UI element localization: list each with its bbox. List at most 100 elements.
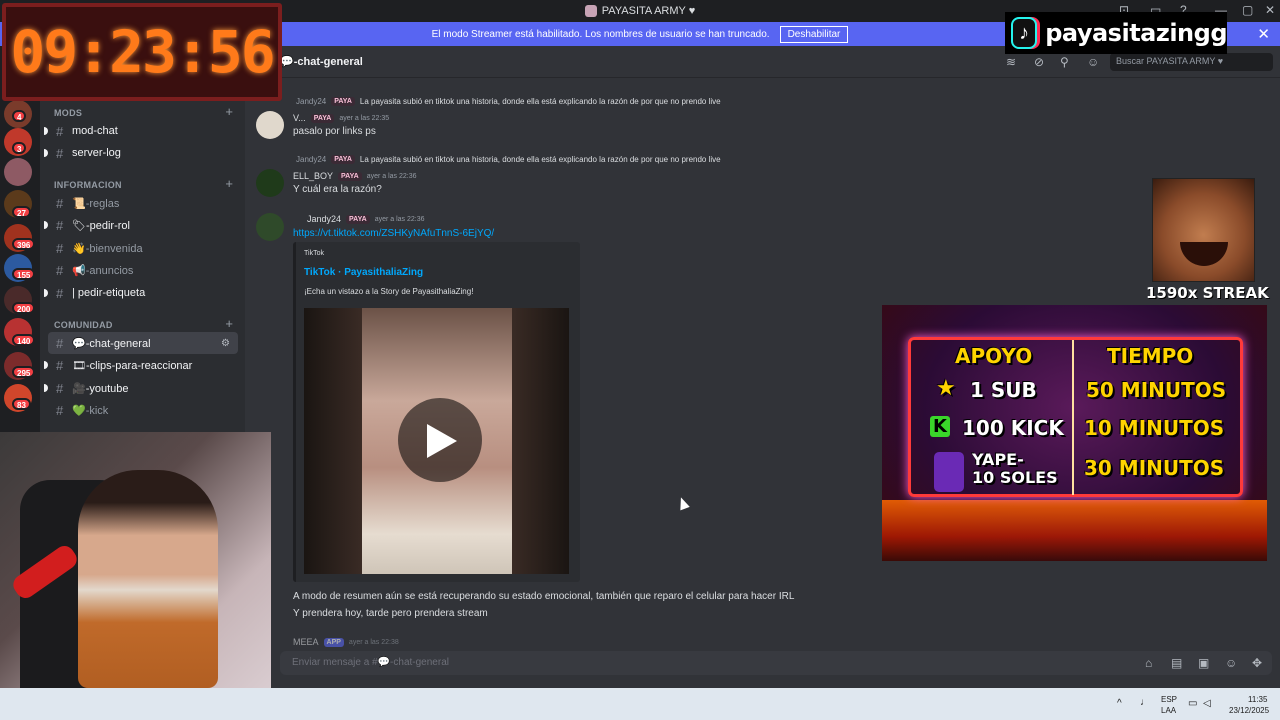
emoji-icon[interactable]: ☺ (1225, 656, 1237, 670)
volume-icon[interactable]: ◁ (1203, 698, 1211, 709)
reply-reference[interactable]: Jandy24 PAYA La payasita subió en tiktok… (296, 155, 721, 164)
donation-row3-left-2: 10 SOLES (972, 468, 1058, 487)
streak-label: 1590x STREAK (1146, 284, 1269, 302)
channel-chat-general[interactable]: # 💬-chat-general ⚙ (48, 332, 238, 354)
reply-reference[interactable]: Jandy24 PAYA La payasita subió en tiktok… (296, 97, 721, 106)
settings-icon[interactable]: ⚙ (221, 338, 230, 349)
yape-app-icon (934, 452, 964, 492)
add-channel-icon[interactable]: + (225, 176, 233, 191)
chevron-up-icon[interactable]: ^ (1117, 698, 1122, 709)
gift-icon[interactable]: ⌂ (1145, 656, 1152, 670)
donation-row2-right: 10 MINUTOS (1084, 416, 1225, 440)
threads-icon[interactable]: ≋ (1006, 55, 1016, 69)
banner-text: El modo Streamer está habilitado. Los no… (431, 28, 770, 40)
message-author: ELL_BOY PAYA ayer a las 22:36 (293, 171, 417, 181)
language-code[interactable]: ESP (1161, 695, 1177, 704)
mention-badge: 83 (12, 398, 31, 410)
search-input[interactable]: Buscar PAYASITA ARMY ♥ (1110, 53, 1273, 71)
channel-bienvenida[interactable]: # 👋-bienvenida (48, 237, 238, 259)
message-link[interactable]: https://vt.tiktok.com/ZSHKyNAfuTnnS-6EjY… (293, 228, 494, 239)
banner-close-icon[interactable]: ✕ (1257, 25, 1270, 43)
mention-badge: 200 (12, 302, 36, 314)
add-channel-icon[interactable]: + (225, 316, 233, 331)
avatar[interactable] (256, 111, 284, 139)
channel-kick[interactable]: # 💚-kick (48, 399, 238, 421)
microphone-icon[interactable]: ♩ (1140, 697, 1150, 708)
clock-time[interactable]: 11:35 (1248, 695, 1267, 704)
message-author: V... PAYA ayer a las 22:35 (293, 113, 390, 123)
hash-icon: # (56, 380, 64, 396)
add-channel-icon[interactable]: + (225, 104, 233, 119)
channel-youtube[interactable]: # 🎥-youtube (44, 377, 238, 399)
message-text: Y prendera hoy, tarde pero prendera stre… (293, 608, 488, 619)
unread-indicator (44, 384, 48, 392)
mute-icon[interactable]: ⊘ (1034, 55, 1044, 69)
hash-icon: # (56, 262, 64, 278)
sticker-icon[interactable]: ▣ (1198, 656, 1209, 670)
mention-badge: 27 (12, 206, 31, 218)
close-window-icon[interactable]: ✕ (1265, 3, 1275, 17)
message-text: A modo de resumen aún se está recuperand… (293, 591, 795, 602)
mention-badge: 140 (12, 334, 36, 346)
channel-pedir-rol[interactable]: # 🏷-pedir-rol (44, 214, 238, 236)
embed-title[interactable]: TikTok · PayasithaliaZing (304, 267, 423, 278)
window-title: PAYASITA ARMY ♥ (601, 5, 696, 17)
channel-anuncios[interactable]: # 📢-anuncios (48, 259, 238, 281)
unread-indicator (44, 127, 48, 135)
avatar[interactable] (256, 169, 284, 197)
webcam-streamer (78, 470, 218, 688)
unread-indicator (44, 149, 48, 157)
unread-indicator (44, 361, 48, 369)
hash-icon: # (56, 217, 64, 233)
category-comunidad[interactable]: COMUNIDAD (54, 320, 113, 330)
channel-label: 💚-kick (72, 404, 109, 417)
unread-indicator (44, 289, 48, 297)
server-icon[interactable] (4, 158, 32, 186)
embed-description: ¡Echa un vistazo a la Story de Payasitha… (304, 287, 474, 296)
hash-icon: # (56, 195, 64, 211)
apps-icon[interactable]: ✥ (1252, 656, 1262, 670)
message-author: MEEA APP ayer a las 22:38 (293, 637, 399, 647)
category-mods[interactable]: MODS (54, 108, 82, 118)
language-layout[interactable]: LAA (1161, 706, 1176, 715)
fire-decoration (882, 500, 1267, 561)
meme-image (1152, 178, 1255, 282)
gif-icon[interactable]: ▤ (1171, 656, 1182, 670)
star-icon: ★ (936, 376, 956, 401)
channel-pedir-etiqueta[interactable]: # | pedir-etiqueta (44, 282, 238, 304)
channel-server-log[interactable]: # server-log (44, 142, 238, 164)
channel-mod-chat[interactable]: # mod-chat (44, 120, 238, 142)
channel-title: 💬-chat-general (280, 56, 363, 68)
clock-date[interactable]: 23/12/2025 (1229, 706, 1269, 715)
disable-streamer-button[interactable]: Deshabilitar (779, 25, 849, 43)
avatar[interactable] (256, 213, 284, 241)
channel-label: 👋-bienvenida (72, 242, 143, 255)
brand-name: payasitazingg (1045, 19, 1227, 47)
mention-badge: 295 (12, 366, 36, 378)
channel-clips-para-reaccionar[interactable]: # 🎞-clips-para-reaccionar (44, 354, 238, 376)
donation-row1-left: 1 SUB (970, 378, 1037, 402)
donation-header-apoyo: APOYO (955, 344, 1033, 368)
channel-label: 💬-chat-general (72, 337, 151, 350)
channel-reglas[interactable]: # 📜-reglas (48, 192, 238, 214)
channel-label: | pedir-etiqueta (72, 287, 146, 299)
members-icon[interactable]: ☺ (1087, 55, 1099, 69)
mouse-cursor-icon (676, 495, 690, 511)
message-text: Y cuál era la razón? (293, 184, 382, 195)
donation-header-tiempo: TIEMPO (1107, 344, 1194, 368)
network-icon[interactable]: ▭ (1188, 698, 1197, 709)
maximize-icon[interactable]: ▢ (1242, 3, 1253, 17)
stream-timer-text: 09:23:56 (10, 18, 275, 86)
category-informacion[interactable]: INFORMACION (54, 180, 122, 190)
donation-row1-right: 50 MINUTOS (1086, 378, 1227, 402)
channel-label: 🎞-clips-para-reaccionar (72, 359, 193, 372)
channel-label: mod-chat (72, 125, 118, 137)
hash-icon: # (56, 357, 64, 373)
hash-icon: # (56, 240, 64, 256)
composer-placeholder: Enviar mensaje a #💬-chat-general (292, 657, 449, 668)
mention-badge: 155 (12, 268, 36, 280)
pin-icon[interactable]: ⚲ (1060, 55, 1069, 69)
channel-label: 📢-anuncios (72, 264, 134, 277)
mention-badge: 3 (12, 142, 27, 154)
kick-logo-icon: K (930, 416, 950, 437)
